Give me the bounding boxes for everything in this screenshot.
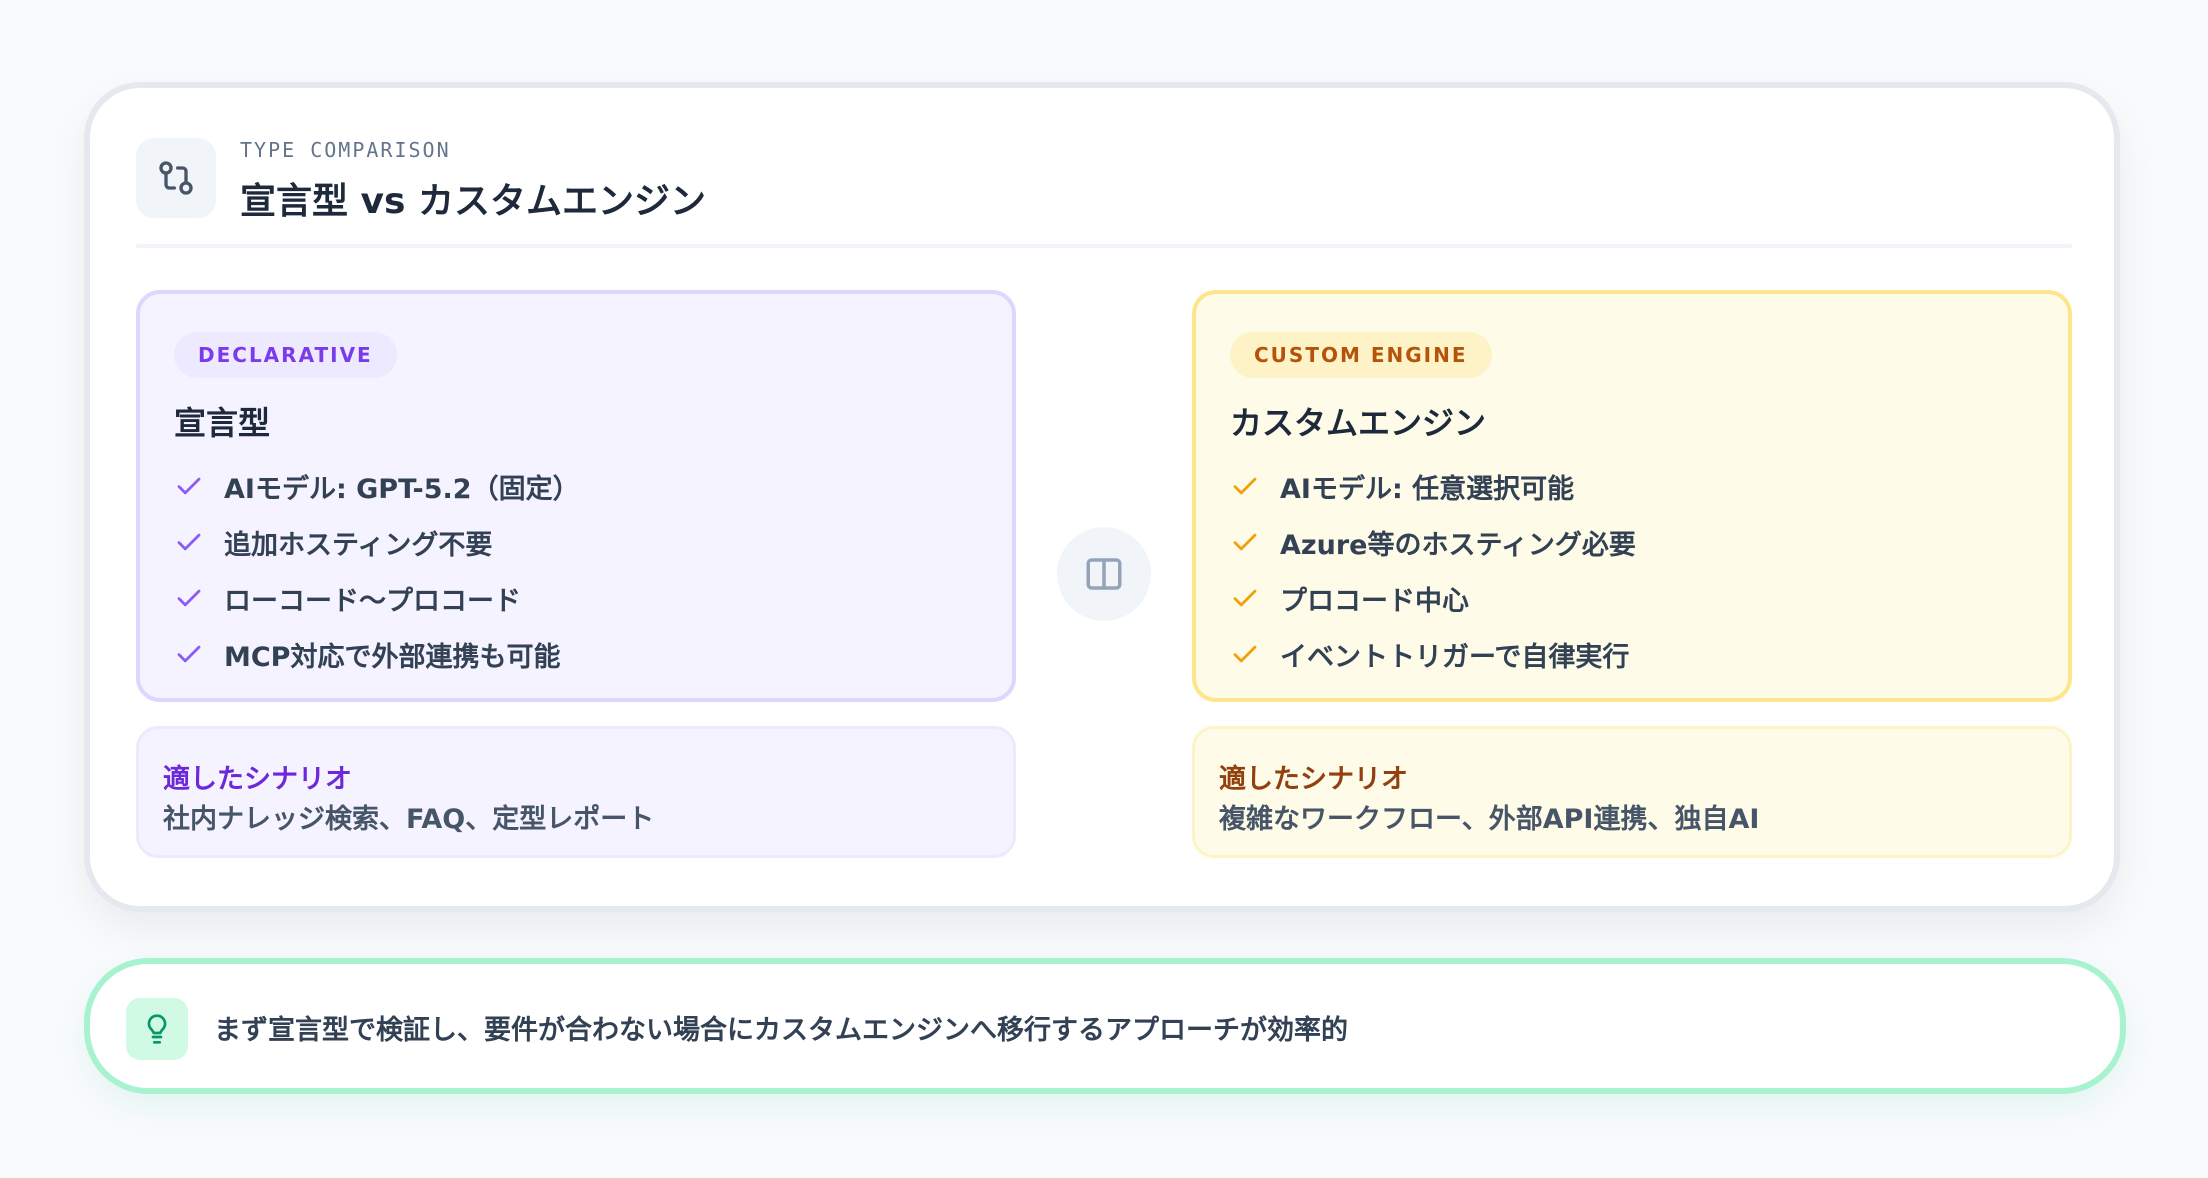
feature-label: AIモデル: 任意選択可能: [1280, 473, 1575, 505]
lightbulb-icon: [126, 998, 188, 1060]
feature-label: プロコード中心: [1280, 585, 1469, 617]
scenario-text: 複雑なワークフロー、外部API連携、独自AI: [1219, 804, 1760, 835]
feature-label: ローコード〜プロコード: [224, 585, 521, 617]
columns-icon: [1057, 527, 1151, 621]
declarative-scenario: 適したシナリオ 社内ナレッジ検索、FAQ、定型レポート: [136, 726, 1016, 858]
declarative-feature-list: AIモデル: GPT-5.2（固定） 追加ホスティング不要 ローコード〜プロコー…: [174, 458, 580, 682]
custom-engine-scenario: 適したシナリオ 複雑なワークフロー、外部API連携、独自AI: [1192, 726, 2072, 858]
check-icon: [1233, 589, 1257, 607]
section-eyebrow: TYPE COMPARISON: [240, 138, 451, 162]
check-icon: [1233, 645, 1257, 663]
declarative-panel: DECLARATIVE 宣言型 AIモデル: GPT-5.2（固定） 追加ホステ…: [136, 290, 1016, 702]
check-icon: [1233, 533, 1257, 551]
custom-engine-badge: CUSTOM ENGINE: [1230, 332, 1492, 378]
feature-label: AIモデル: GPT-5.2（固定）: [224, 473, 580, 505]
custom-engine-panel: CUSTOM ENGINE カスタムエンジン AIモデル: 任意選択可能 Azu…: [1192, 290, 2072, 702]
scenario-label: 適したシナリオ: [1219, 764, 1408, 795]
check-icon: [177, 477, 201, 495]
check-icon: [177, 533, 201, 551]
list-item: 追加ホスティング不要: [174, 514, 580, 570]
declarative-title: 宣言型: [174, 404, 271, 442]
scenario-label: 適したシナリオ: [163, 764, 352, 795]
header-divider: [136, 244, 2072, 248]
check-icon: [1233, 477, 1257, 495]
git-compare-icon: [136, 138, 216, 218]
list-item: MCP対応で外部連携も可能: [174, 626, 580, 682]
check-icon: [177, 645, 201, 663]
page-title: 宣言型 vs カスタムエンジン: [240, 181, 706, 222]
list-item: イベントトリガーで自律実行: [1230, 626, 1636, 682]
feature-label: MCP対応で外部連携も可能: [224, 641, 561, 673]
scenario-text: 社内ナレッジ検索、FAQ、定型レポート: [163, 804, 655, 835]
declarative-badge: DECLARATIVE: [174, 332, 397, 378]
feature-label: イベントトリガーで自律実行: [1280, 641, 1630, 673]
check-icon: [177, 589, 201, 607]
feature-label: Azure等のホスティング必要: [1280, 529, 1636, 561]
list-item: プロコード中心: [1230, 570, 1636, 626]
tip-text: まず宣言型で検証し、要件が合わない場合にカスタムエンジンへ移行するアプローチが効…: [214, 1015, 1348, 1046]
list-item: Azure等のホスティング必要: [1230, 514, 1636, 570]
list-item: AIモデル: 任意選択可能: [1230, 458, 1636, 514]
custom-engine-title: カスタムエンジン: [1230, 404, 1487, 442]
list-item: ローコード〜プロコード: [174, 570, 580, 626]
tip-callout: まず宣言型で検証し、要件が合わない場合にカスタムエンジンへ移行するアプローチが効…: [84, 958, 2126, 1094]
custom-engine-feature-list: AIモデル: 任意選択可能 Azure等のホスティング必要 プロコード中心 イベ…: [1230, 458, 1636, 682]
list-item: AIモデル: GPT-5.2（固定）: [174, 458, 580, 514]
feature-label: 追加ホスティング不要: [224, 529, 493, 561]
